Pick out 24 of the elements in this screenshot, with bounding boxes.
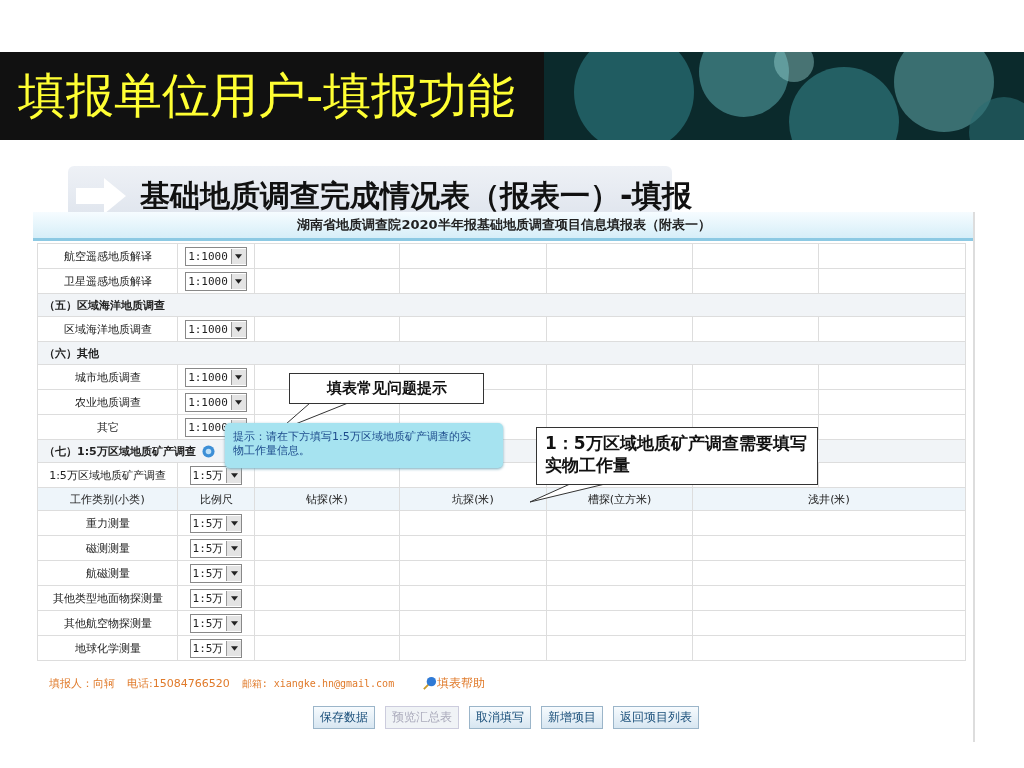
row-label: 地球化学测量 (38, 636, 178, 661)
row-label: 航磁测量 (38, 561, 178, 586)
reporter-info: 填报人：向轲 (49, 676, 115, 691)
column-header: 工作类别(小类) (38, 488, 178, 511)
row-label: 农业地质调查 (38, 390, 178, 415)
row-label: 航空遥感地质解译 (38, 244, 178, 269)
slide-subtitle: 基础地质调查完成情况表（报表一）-填报 (140, 176, 693, 215)
section-title: （七）1:5万区域地质矿产调查 (44, 443, 196, 459)
row-label: 重力测量 (38, 511, 178, 536)
column-header: 钻探(米) (255, 488, 400, 511)
row-label: 磁测测量 (38, 536, 178, 561)
column-header: 浅井(米) (693, 488, 966, 511)
phone-info: 电话:15084766520 (127, 676, 230, 691)
column-header: 坑探(米) (400, 488, 547, 511)
slide-title: 填报单位用户-填报功能 (17, 66, 516, 125)
section-title: （六）其他 (44, 345, 99, 361)
column-header: 比例尺 (178, 488, 255, 511)
section-title: （五）区域海洋地质调查 (44, 297, 165, 313)
column-header: 槽探(立方米) (547, 488, 693, 511)
form-title: 湖南省地质调查院2020半年报基础地质调查项目信息填报表（附表一） (297, 216, 711, 234)
row-label: 其他类型地面物探测量 (38, 586, 178, 611)
email-info: 邮箱: xiangke.hn@gmail.com (241, 676, 395, 691)
row-label: 城市地质调查 (38, 365, 178, 390)
row-label: 其他航空物探测量 (38, 611, 178, 636)
